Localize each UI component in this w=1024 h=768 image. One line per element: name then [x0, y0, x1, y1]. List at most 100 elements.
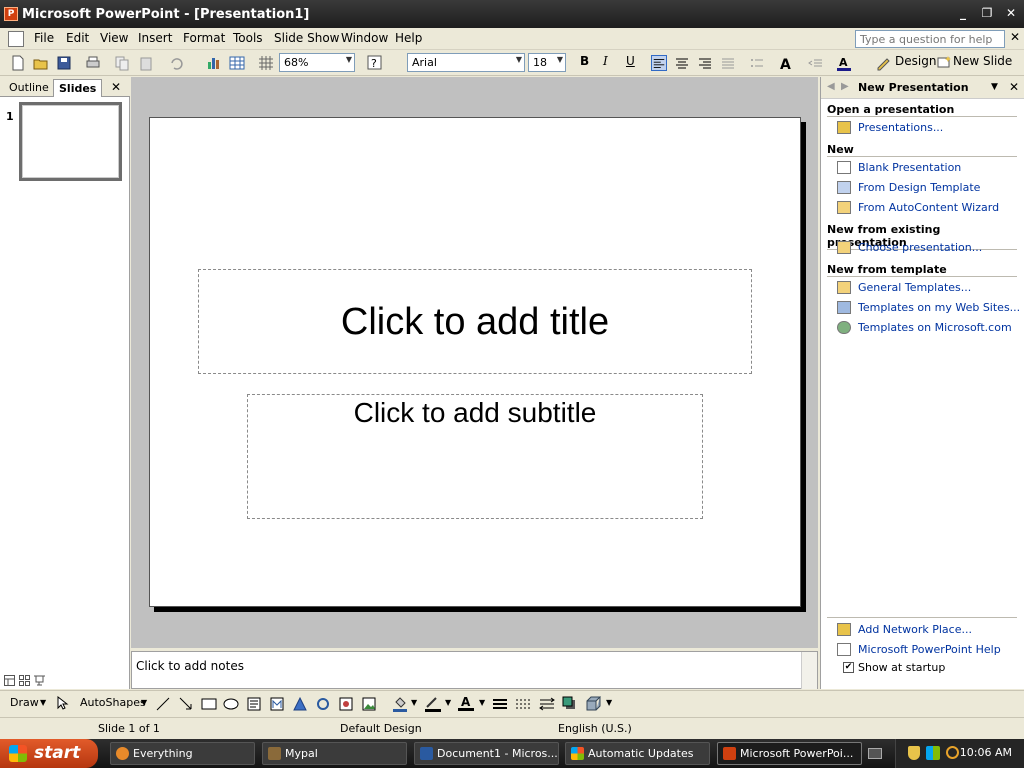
link-from-design-template[interactable]: From Design Template: [858, 181, 980, 194]
align-right-icon[interactable]: [697, 55, 713, 71]
undo-icon[interactable]: [168, 55, 184, 71]
back-arrow-icon[interactable]: ◀: [827, 81, 835, 92]
rectangle-tool-icon[interactable]: [201, 697, 217, 711]
arrow-tool-icon[interactable]: [179, 697, 193, 711]
slide-show-view-icon[interactable]: [34, 675, 45, 686]
font-size-combo[interactable]: 18 ▼: [528, 53, 566, 72]
copy-icon[interactable]: [114, 55, 130, 71]
select-arrow-icon[interactable]: [55, 696, 69, 710]
shadow-style-icon[interactable]: [562, 696, 576, 710]
autoshapes-menu-button[interactable]: AutoShapes: [80, 696, 146, 709]
show-at-startup-checkbox[interactable]: ✔: [843, 662, 854, 673]
link-general-templates[interactable]: General Templates...: [858, 281, 971, 294]
menu-tools[interactable]: Tools: [233, 31, 263, 45]
menu-slide-show[interactable]: Slide Show: [274, 31, 339, 45]
link-from-autocontent-wizard[interactable]: From AutoContent Wizard: [858, 201, 999, 214]
forward-arrow-icon[interactable]: ▶: [841, 81, 849, 92]
task-pane-menu-icon[interactable]: ▼: [991, 82, 998, 92]
link-templates-microsoft-com[interactable]: Templates on Microsoft.com: [858, 321, 1012, 334]
document-close-button[interactable]: ✕: [1010, 30, 1020, 44]
subtitle-placeholder[interactable]: Click to add subtitle: [247, 394, 703, 519]
font-color-icon[interactable]: A: [458, 695, 474, 712]
new-slide-icon[interactable]: [937, 55, 953, 71]
slide-canvas[interactable]: Click to add title Click to add subtitle: [149, 117, 801, 607]
minimize-button[interactable]: _: [954, 5, 972, 22]
wordart-icon[interactable]: [270, 697, 284, 711]
network-icon[interactable]: [926, 746, 940, 760]
menu-edit[interactable]: Edit: [66, 31, 89, 45]
new-slide-button[interactable]: New Slide: [953, 54, 1012, 68]
picture-icon[interactable]: [362, 697, 376, 711]
paste-icon[interactable]: [138, 55, 154, 71]
help-icon[interactable]: ?: [367, 55, 383, 71]
slide-thumbnail[interactable]: [19, 102, 122, 181]
document-icon[interactable]: [8, 31, 24, 47]
title-bar[interactable]: P Microsoft PowerPoint - [Presentation1]…: [0, 0, 1024, 28]
task-everything[interactable]: Everything: [110, 742, 255, 765]
title-placeholder[interactable]: Click to add title: [198, 269, 752, 374]
task-mypal[interactable]: Mypal: [262, 742, 407, 765]
help-search-input[interactable]: Type a question for help: [855, 30, 1005, 48]
justify-icon[interactable]: [720, 55, 736, 71]
increase-font-size-icon[interactable]: A: [779, 55, 795, 71]
restore-button[interactable]: ❐: [978, 5, 996, 22]
draw-menu-button[interactable]: Draw: [10, 696, 39, 709]
link-choose-presentation[interactable]: Choose presentation...: [858, 241, 982, 254]
decrease-indent-icon[interactable]: [808, 55, 824, 71]
grid-icon[interactable]: [258, 55, 274, 71]
zoom-combo[interactable]: 68% ▼: [279, 53, 355, 72]
task-powerpoint[interactable]: Microsoft PowerPoi...: [717, 742, 862, 765]
notes-scrollbar[interactable]: [801, 652, 817, 689]
menu-insert[interactable]: Insert: [138, 31, 172, 45]
italic-button[interactable]: I: [603, 54, 608, 68]
open-folder-icon[interactable]: [33, 55, 49, 71]
align-left-icon[interactable]: [651, 55, 667, 71]
menu-window[interactable]: Window: [341, 31, 388, 45]
underline-button[interactable]: U: [626, 54, 635, 68]
menu-file[interactable]: File: [34, 31, 54, 45]
diagram-icon[interactable]: [293, 697, 307, 711]
oval-tool-icon[interactable]: [223, 697, 239, 711]
task-pane-close-button[interactable]: ✕: [1009, 80, 1019, 94]
line-style-icon[interactable]: [492, 697, 508, 711]
slide-sorter-view-icon[interactable]: [19, 675, 30, 686]
link-powerpoint-help[interactable]: Microsoft PowerPoint Help: [858, 643, 1001, 656]
close-button[interactable]: ✕: [1002, 5, 1020, 22]
save-icon[interactable]: [56, 55, 72, 71]
task-word-document[interactable]: Document1 - Micros...: [414, 742, 559, 765]
align-center-icon[interactable]: [674, 55, 690, 71]
notes-placeholder[interactable]: Click to add notes: [136, 659, 244, 673]
textbox-tool-icon[interactable]: [247, 697, 261, 711]
menu-view[interactable]: View: [100, 31, 128, 45]
line-color-icon[interactable]: [425, 696, 441, 712]
powerpoint-app-icon[interactable]: P: [4, 7, 18, 21]
task-automatic-updates[interactable]: Automatic Updates: [565, 742, 710, 765]
security-shield-icon[interactable]: [908, 746, 920, 760]
arrow-style-icon[interactable]: [539, 697, 555, 711]
link-presentations[interactable]: Presentations...: [858, 121, 943, 134]
normal-view-icon[interactable]: [4, 675, 15, 686]
line-tool-icon[interactable]: [156, 697, 170, 711]
insert-picture-icon[interactable]: [339, 697, 353, 711]
pane-close-button[interactable]: ✕: [106, 78, 126, 96]
tab-slides[interactable]: Slides: [53, 79, 103, 97]
menu-help[interactable]: Help: [395, 31, 422, 45]
link-blank-presentation[interactable]: Blank Presentation: [858, 161, 961, 174]
notes-pane[interactable]: Click to add notes: [131, 651, 818, 689]
bullets-icon[interactable]: [749, 55, 765, 71]
tab-outline[interactable]: Outline: [4, 79, 54, 97]
print-icon[interactable]: [85, 55, 101, 71]
link-templates-web-sites[interactable]: Templates on my Web Sites...: [858, 301, 1020, 314]
3d-style-icon[interactable]: [585, 696, 601, 711]
dash-style-icon[interactable]: [515, 697, 531, 711]
link-add-network-place[interactable]: Add Network Place...: [858, 623, 972, 636]
menu-format[interactable]: Format: [183, 31, 225, 45]
design-icon[interactable]: [876, 55, 892, 71]
bold-button[interactable]: B: [580, 54, 589, 68]
font-color-icon[interactable]: A: [836, 55, 852, 71]
keyboard-icon[interactable]: [868, 748, 882, 759]
font-combo[interactable]: Arial ▼: [407, 53, 525, 72]
fill-color-icon[interactable]: [393, 696, 407, 712]
design-button[interactable]: Design: [895, 54, 936, 68]
insert-table-icon[interactable]: [229, 55, 245, 71]
